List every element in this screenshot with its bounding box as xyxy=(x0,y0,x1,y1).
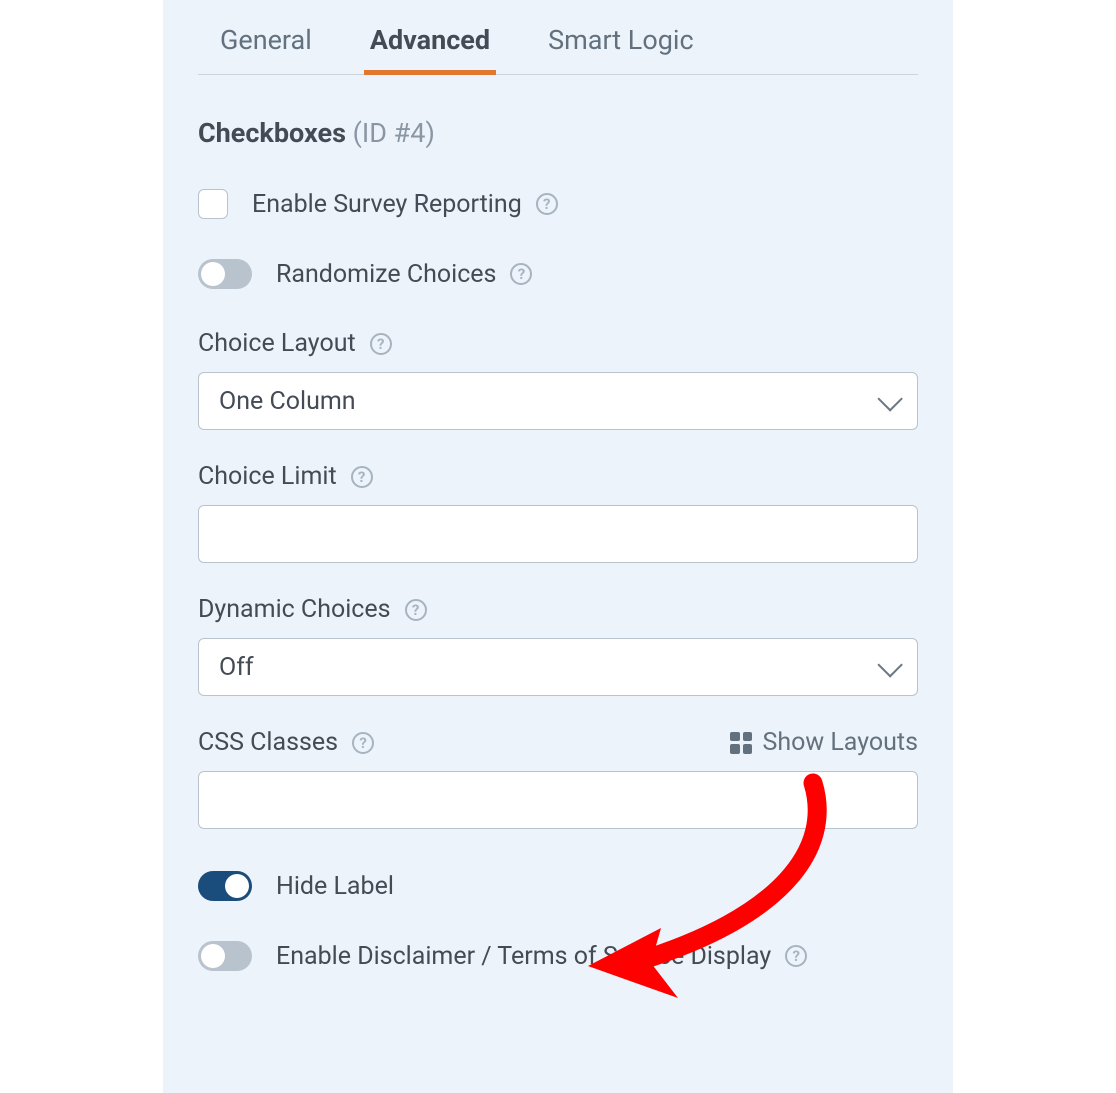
field-randomize: Randomize Choices ? xyxy=(198,259,918,289)
field-survey-reporting: Enable Survey Reporting ? xyxy=(198,189,918,219)
help-icon[interactable]: ? xyxy=(405,599,427,621)
help-icon[interactable]: ? xyxy=(536,193,558,215)
field-disclaimer: Enable Disclaimer / Terms of Service Dis… xyxy=(198,941,918,971)
choice-layout-label: Choice Layout ? xyxy=(198,329,918,358)
hide-label-text: Hide Label xyxy=(276,872,394,901)
field-css-classes: CSS Classes ? Show Layouts xyxy=(198,728,918,829)
disclaimer-text: Enable Disclaimer / Terms of Service Dis… xyxy=(276,942,771,971)
section-id: (ID #4) xyxy=(353,117,435,149)
section-name: Checkboxes xyxy=(198,117,346,149)
help-icon[interactable]: ? xyxy=(370,333,392,355)
choice-layout-text: Choice Layout xyxy=(198,329,356,358)
tab-general[interactable]: General xyxy=(216,24,316,74)
dynamic-choices-label: Dynamic Choices ? xyxy=(198,595,918,624)
help-icon[interactable]: ? xyxy=(510,263,532,285)
field-choice-limit: Choice Limit ? xyxy=(198,462,918,563)
show-layouts-text: Show Layouts xyxy=(762,728,918,757)
hide-label-toggle[interactable] xyxy=(198,871,252,901)
settings-panel: General Advanced Smart Logic Checkboxes … xyxy=(163,0,953,1093)
disclaimer-label: Enable Disclaimer / Terms of Service Dis… xyxy=(276,942,807,971)
chevron-down-icon xyxy=(877,386,902,411)
survey-reporting-text: Enable Survey Reporting xyxy=(252,190,522,219)
choice-layout-value: One Column xyxy=(219,387,356,416)
tab-advanced[interactable]: Advanced xyxy=(366,24,494,74)
css-classes-text: CSS Classes xyxy=(198,728,338,757)
field-choice-layout: Choice Layout ? One Column xyxy=(198,329,918,430)
show-layouts-button[interactable]: Show Layouts xyxy=(730,728,918,757)
dynamic-choices-select[interactable]: Off xyxy=(198,638,918,696)
choice-limit-label: Choice Limit ? xyxy=(198,462,918,491)
survey-reporting-label: Enable Survey Reporting ? xyxy=(252,190,558,219)
choice-layout-select[interactable]: One Column xyxy=(198,372,918,430)
chevron-down-icon xyxy=(877,652,902,677)
dynamic-choices-text: Dynamic Choices xyxy=(198,595,391,624)
field-dynamic-choices: Dynamic Choices ? Off xyxy=(198,595,918,696)
dynamic-choices-value: Off xyxy=(219,653,254,682)
section-header: Checkboxes (ID #4) xyxy=(198,117,918,149)
css-classes-label: CSS Classes ? xyxy=(198,728,374,757)
randomize-text: Randomize Choices xyxy=(276,260,496,289)
randomize-label: Randomize Choices ? xyxy=(276,260,532,289)
choice-limit-text: Choice Limit xyxy=(198,462,337,491)
grid-icon xyxy=(730,732,752,754)
tabs: General Advanced Smart Logic xyxy=(198,0,918,75)
survey-reporting-checkbox[interactable] xyxy=(198,189,228,219)
help-icon[interactable]: ? xyxy=(785,945,807,967)
tab-smart-logic[interactable]: Smart Logic xyxy=(544,24,698,74)
hide-label-label: Hide Label xyxy=(276,872,394,901)
help-icon[interactable]: ? xyxy=(351,466,373,488)
disclaimer-toggle[interactable] xyxy=(198,941,252,971)
randomize-toggle[interactable] xyxy=(198,259,252,289)
field-hide-label: Hide Label xyxy=(198,871,918,901)
help-icon[interactable]: ? xyxy=(352,732,374,754)
css-classes-input[interactable] xyxy=(198,771,918,829)
choice-limit-input[interactable] xyxy=(198,505,918,563)
